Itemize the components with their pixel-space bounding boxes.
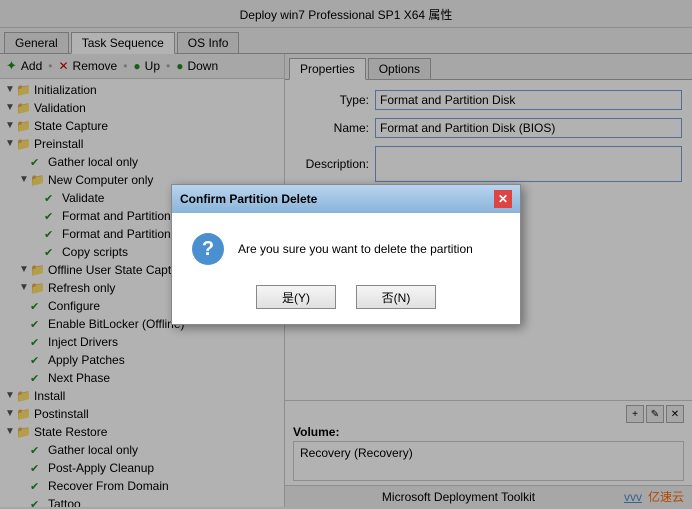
no-button[interactable]: 否(N) [356,285,436,309]
question-icon: ? [192,233,224,265]
modal-close-button[interactable]: ✕ [494,190,512,208]
modal-overlay: Confirm Partition Delete ✕ ? Are you sur… [0,0,692,509]
modal-title: Confirm Partition Delete [180,192,317,206]
modal-body: ? Are you sure you want to delete the pa… [172,213,520,275]
modal-message: Are you sure you want to delete the part… [238,240,473,258]
modal-buttons: 是(Y) 否(N) [172,275,520,324]
confirm-dialog: Confirm Partition Delete ✕ ? Are you sur… [171,184,521,325]
yes-button[interactable]: 是(Y) [256,285,336,309]
modal-title-bar: Confirm Partition Delete ✕ [172,185,520,213]
